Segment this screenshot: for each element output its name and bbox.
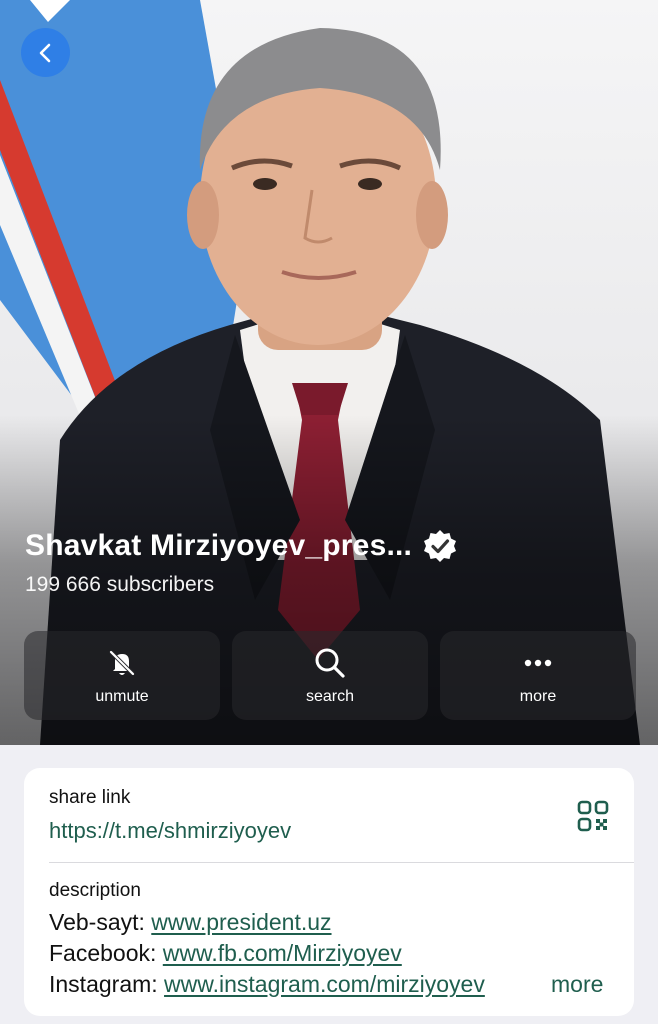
action-bar: unmute search more	[24, 631, 636, 720]
verified-badge-icon	[422, 528, 458, 564]
description-more-link[interactable]: more	[551, 971, 603, 998]
facebook-link[interactable]: www.fb.com/Mirziyoyev	[163, 940, 402, 966]
instagram-link[interactable]: www.instagram.com/mirziyoyev	[164, 971, 485, 997]
description-line-facebook: Facebook: www.fb.com/Mirziyoyev	[49, 940, 402, 967]
subscriber-count: 199 666 subscribers	[25, 573, 215, 596]
website-prefix: Veb-sayt:	[49, 909, 152, 935]
unmute-label: unmute	[95, 687, 149, 705]
unmute-button[interactable]: unmute	[24, 631, 220, 720]
divider	[49, 862, 634, 863]
chevron-left-icon	[35, 42, 57, 64]
search-label: search	[305, 687, 355, 705]
description-line-instagram: Instagram: www.instagram.com/mirziyoyev	[49, 971, 539, 1003]
website-link[interactable]: www.president.uz	[151, 909, 331, 935]
share-link-url[interactable]: https://t.me/shmirziyoyev	[49, 818, 291, 844]
more-button[interactable]: more	[440, 631, 636, 720]
facebook-prefix: Facebook:	[49, 940, 163, 966]
channel-info-card: share link https://t.me/shmirziyoyev des…	[24, 768, 634, 1016]
channel-title-row: Shavkat Mirziyoyev_pres...	[25, 528, 458, 564]
search-button[interactable]: search	[232, 631, 428, 720]
ellipsis-icon	[521, 646, 555, 680]
instagram-prefix: Instagram:	[49, 971, 165, 997]
qr-code-icon[interactable]	[577, 800, 609, 832]
channel-title: Shavkat Mirziyoyev_pres...	[25, 529, 413, 562]
description-line-website: Veb-sayt: www.president.uz	[49, 909, 332, 936]
bell-muted-icon	[105, 646, 139, 680]
more-label: more	[519, 687, 557, 705]
description-label: description	[49, 880, 141, 901]
search-icon	[313, 646, 347, 680]
back-button[interactable]	[21, 28, 70, 77]
share-link-label: share link	[49, 787, 131, 808]
